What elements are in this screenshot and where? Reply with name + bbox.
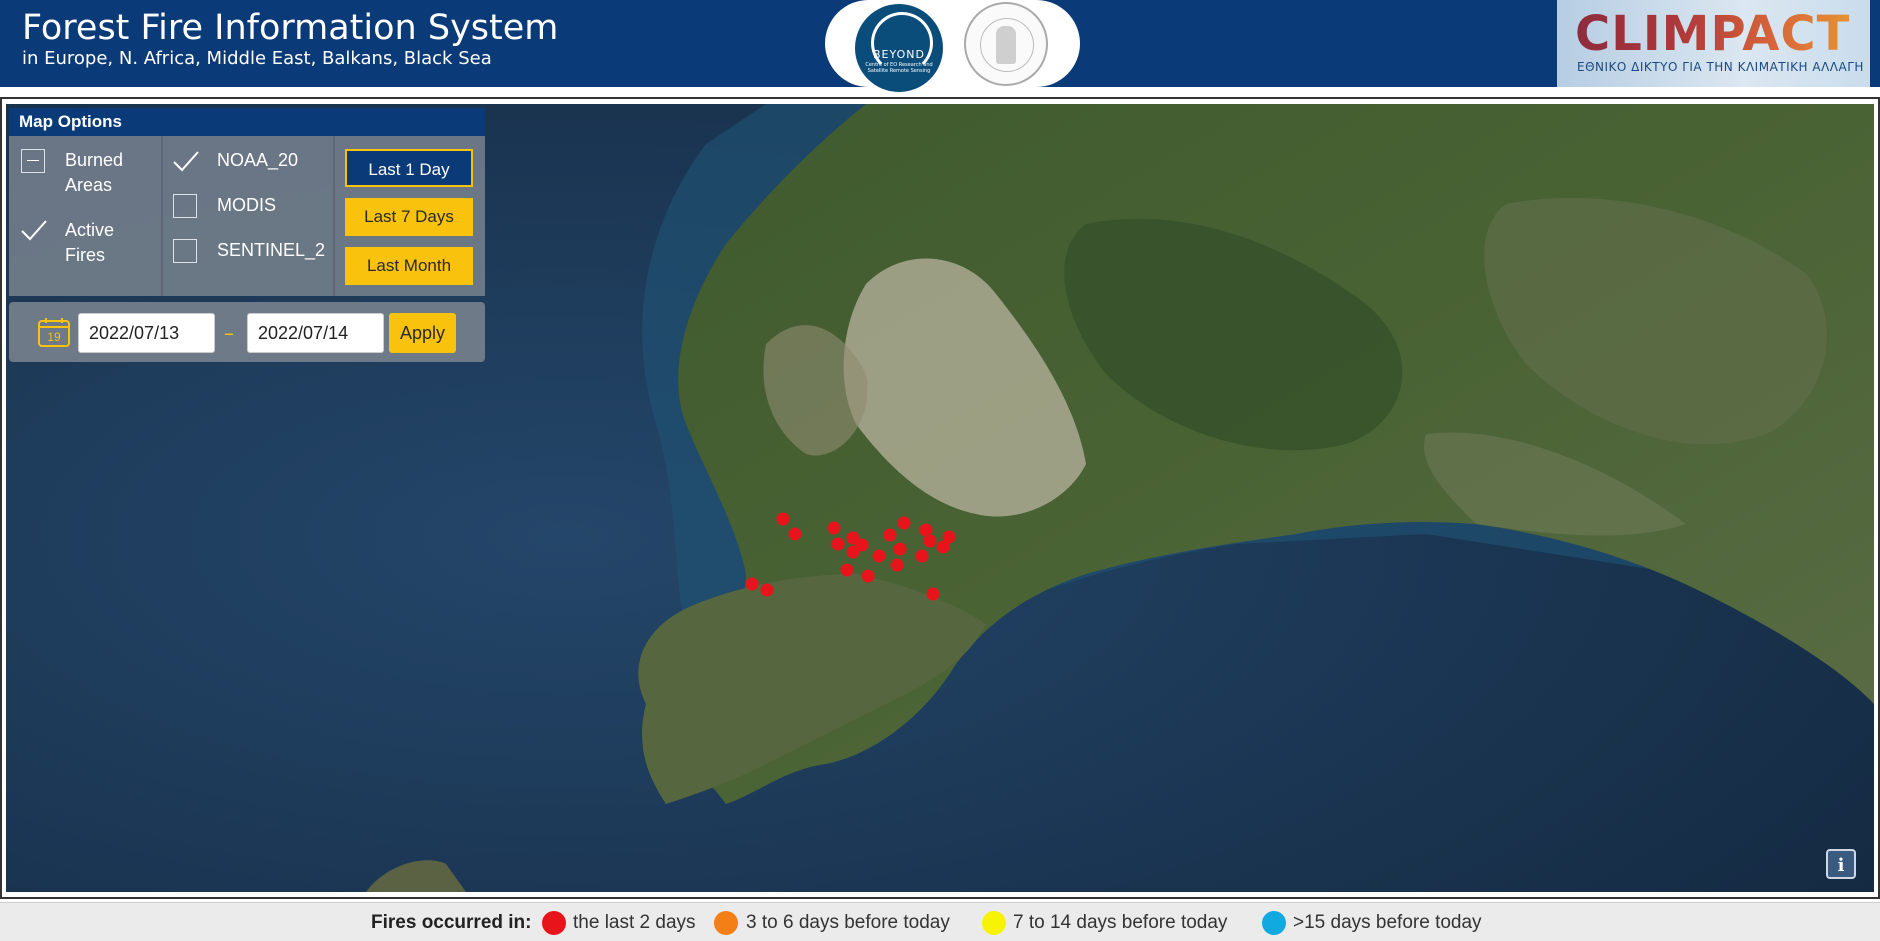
- sentinel2-checkbox[interactable]: [173, 239, 197, 263]
- date-range-separator: –: [224, 321, 234, 345]
- calendar-icon[interactable]: 19: [38, 317, 70, 347]
- legend-label-7-14-days: 7 to 14 days before today: [1013, 912, 1228, 933]
- fire-marker-icon[interactable]: [936, 540, 950, 554]
- panel-column-divider: [161, 136, 163, 296]
- fire-marker-icon[interactable]: [923, 534, 937, 548]
- fire-marker-icon[interactable]: [745, 577, 759, 591]
- calendar-day: 19: [47, 330, 61, 344]
- burned-areas-label-line1: Burned: [65, 150, 124, 170]
- fire-marker-icon[interactable]: [760, 583, 774, 597]
- climpact-logo-tagline: ΕΘΝΙΚΟ ΔΙΚΤΥΟ ΓΙΑ ΤΗΝ ΚΛΙΜΑΤΙΚΗ ΑΛΛΑΓΗ: [1577, 60, 1864, 74]
- legend-dot-3-6-days: [714, 911, 738, 935]
- beyond-logo-tagline: Centre of EO Research and Satellite Remo…: [865, 62, 933, 74]
- panel-column-divider: [333, 136, 335, 296]
- burned-areas-label-line2: Areas: [65, 175, 113, 195]
- fire-marker-icon[interactable]: [831, 537, 845, 551]
- last-7-days-button[interactable]: Last 7 Days: [345, 198, 473, 236]
- observatory-seal-logo[interactable]: [964, 2, 1048, 86]
- climpact-logo-name: CLIMPACT: [1575, 6, 1851, 62]
- burned-areas-checkbox[interactable]: [21, 149, 45, 173]
- active-fires-label-line1: Active: [65, 220, 115, 240]
- beyond-logo[interactable]: BEYOND Centre of EO Research and Satelli…: [855, 4, 943, 92]
- info-button[interactable]: i: [1826, 849, 1856, 879]
- date-to-input[interactable]: [247, 313, 384, 353]
- legend-title: Fires occurred in:: [371, 912, 532, 933]
- legend-label-3-6-days: 3 to 6 days before today: [746, 912, 950, 933]
- active-fires-label-line2: Fires: [65, 245, 105, 265]
- fire-marker-icon[interactable]: [840, 563, 854, 577]
- last-1-day-button[interactable]: Last 1 Day: [345, 149, 473, 187]
- fire-marker-icon[interactable]: [883, 528, 897, 542]
- fire-marker-icon[interactable]: [776, 512, 790, 526]
- last-month-button[interactable]: Last Month: [345, 247, 473, 285]
- sensor-modis-label: MODIS: [217, 195, 277, 215]
- fire-marker-icon[interactable]: [861, 569, 875, 583]
- fire-marker-icon[interactable]: [890, 558, 904, 572]
- fire-marker-icon[interactable]: [846, 545, 860, 559]
- apply-button[interactable]: Apply: [389, 313, 456, 353]
- legend-dot-15-days: [1262, 911, 1286, 935]
- fire-marker-icon[interactable]: [926, 587, 940, 601]
- sensor-noaa20-label: NOAA_20: [217, 150, 299, 170]
- fire-marker-icon[interactable]: [827, 521, 841, 535]
- legend-dot-7-14-days: [982, 911, 1006, 935]
- active-fires-check-icon[interactable]: [19, 215, 49, 245]
- noaa20-check-icon[interactable]: [171, 146, 201, 176]
- fire-marker-icon[interactable]: [915, 549, 929, 563]
- beyond-logo-name: BEYOND: [873, 48, 925, 61]
- climpact-logo[interactable]: CLIMPACT ΕΘΝΙΚΟ ΔΙΚΤΥΟ ΓΙΑ ΤΗΝ ΚΛΙΜΑΤΙΚΗ…: [1557, 0, 1870, 87]
- fire-marker-icon[interactable]: [872, 549, 886, 563]
- sensor-sentinel2-label: SENTINEL_2: [217, 240, 326, 260]
- legend-dot-last-2-days: [542, 911, 566, 935]
- info-icon: i: [1837, 855, 1845, 876]
- page-title: Forest Fire Information System: [22, 8, 559, 48]
- seal-figure-icon: [996, 26, 1016, 64]
- fire-marker-icon[interactable]: [788, 527, 802, 541]
- fire-marker-icon[interactable]: [897, 516, 911, 530]
- legend-label-last-2-days: the last 2 days: [573, 912, 696, 933]
- fire-marker-icon[interactable]: [893, 542, 907, 556]
- page-subtitle: in Europe, N. Africa, Middle East, Balka…: [22, 48, 492, 69]
- legend-label-15-days: >15 days before today: [1293, 912, 1482, 933]
- map-options-header: Map Options: [9, 108, 485, 136]
- date-from-input[interactable]: [78, 313, 215, 353]
- modis-checkbox[interactable]: [173, 194, 197, 218]
